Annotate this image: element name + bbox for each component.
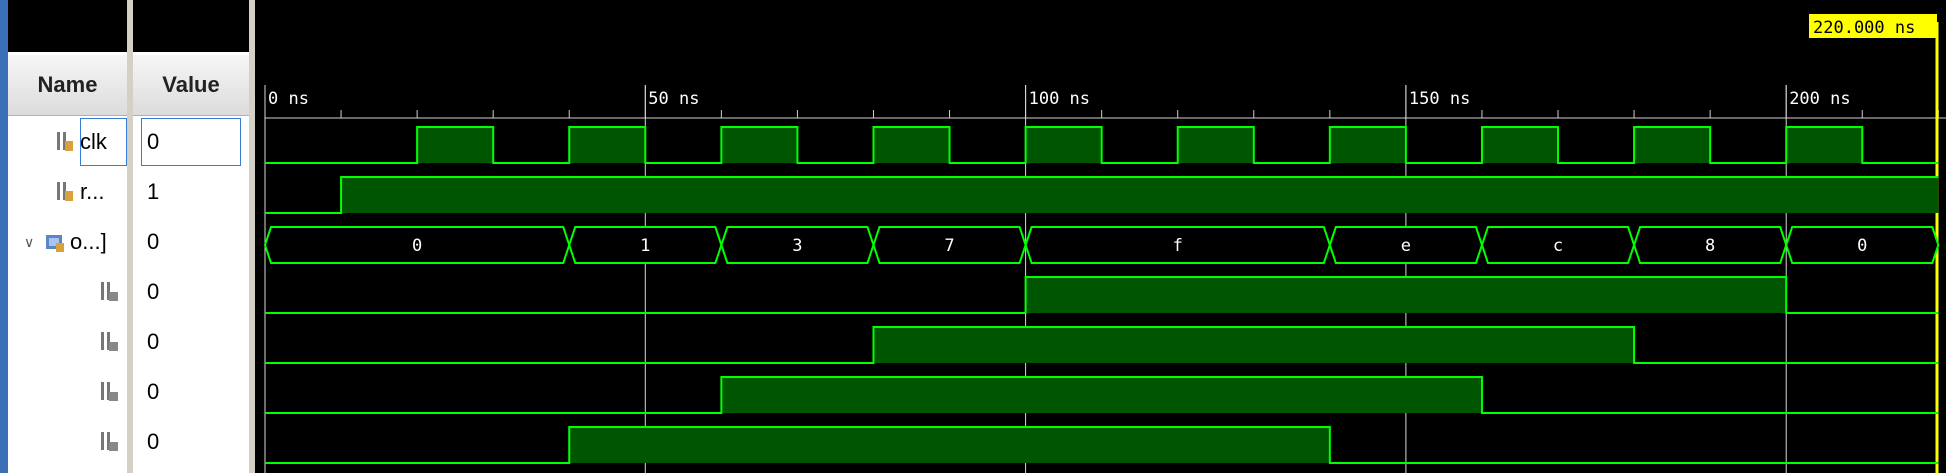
names-header-spacer [8,0,127,52]
bus-value-label: 3 [792,236,802,256]
signal-sub-bit-icon [98,279,120,305]
chevron-down-icon[interactable]: ∨ [24,234,40,251]
wave-high-fill [569,427,1330,463]
bus-value-label: f [1173,236,1183,256]
time-tick-label: 0 ns [268,89,309,109]
wave-high-fill [721,127,798,163]
waveform-pane[interactable]: 0 ns 50 ns 100 ns 150 ns 200 ns 220.000 ns 0 1 3… [255,0,1946,473]
signal-name: o...] [70,229,107,254]
wave-high-fill [1025,127,1102,163]
bus-value-label: 0 [412,236,422,256]
bus-value-label: e [1401,236,1411,256]
signal-row-out-bit[interactable] [8,267,127,317]
names-pane: Name clk r... ∨ o...] [8,0,127,473]
signal-name: r... [80,179,105,204]
wave-high-fill [1329,127,1406,163]
time-tick-label: 150 ns [1409,89,1470,109]
cursor-time-label: 220.000 ns [1813,18,1915,38]
wave-high-fill [873,127,950,163]
wave-high-fill [721,377,1482,413]
wave-high-fill [1025,277,1787,313]
signal-row-out-bit[interactable] [8,417,127,467]
wave-high-fill [417,127,494,163]
time-tick-label: 50 ns [648,89,699,109]
bus-value-label: 8 [1705,236,1715,256]
time-tick-label: 100 ns [1029,89,1090,109]
signal-bus-icon [44,229,66,255]
bus-value-label: 1 [640,236,650,256]
signal-value: 0 [147,129,160,154]
signal-sub-bit-icon [98,379,120,405]
signal-bit-icon [54,129,76,155]
name-focus-outline [80,118,127,166]
bus-value-label: c [1553,236,1563,256]
bus-value-label: 7 [944,236,954,256]
waveform-canvas[interactable]: 0 ns 50 ns 100 ns 150 ns 200 ns 220.000 ns 0 1 3… [255,0,1946,473]
signal-row-out-bit[interactable] [8,317,127,367]
wave-high-fill [1634,127,1711,163]
wave-high-fill [569,127,646,163]
wave-high-fill [341,177,1939,213]
wave-high-fill [1177,127,1254,163]
signal-value: 0 [147,329,160,354]
signal-value: 1 [147,179,160,204]
value-column-header[interactable]: Value [133,55,249,116]
signal-bit-icon [54,179,76,205]
wave-high-fill [1786,127,1863,163]
signal-value: 0 [147,379,160,404]
signal-row-reset[interactable]: r... [8,167,127,217]
wave-high-fill [1481,127,1559,163]
bus-value-label: 0 [1857,236,1867,256]
wave-high-fill [873,327,1635,363]
signal-sub-bit-icon [98,329,120,355]
signal-value: 0 [147,229,160,254]
signal-row-out-bus[interactable]: ∨ o...] [8,217,127,267]
values-header-spacer [133,0,249,52]
name-column-header[interactable]: Name [8,55,127,116]
left-edge-bar [0,0,8,473]
signal-row-out-bit[interactable] [8,367,127,417]
signal-sub-bit-icon [98,429,120,455]
time-tick-label: 200 ns [1789,89,1850,109]
signal-value: 0 [147,279,160,304]
values-pane: Value 0 1 0 0 0 0 0 [133,0,249,473]
signal-value: 0 [147,429,160,454]
